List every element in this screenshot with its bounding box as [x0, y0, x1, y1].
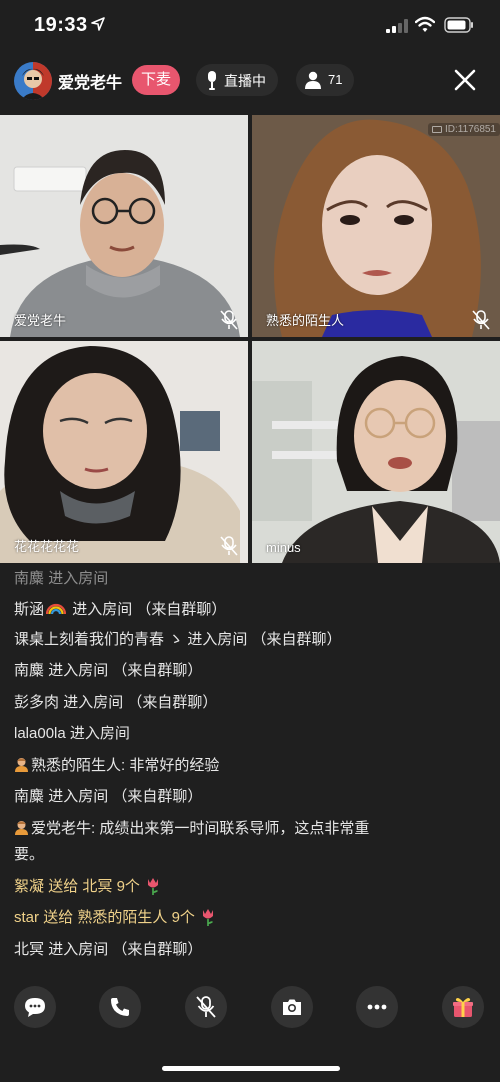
chat-message: 北冥 进入房间 （来自群聊）	[14, 941, 203, 958]
room-id-badge: ID:1176851	[428, 123, 500, 136]
signal-icon	[386, 19, 408, 33]
room-id-text: ID:1176851	[445, 124, 496, 135]
video-tile[interactable]: 爱党老牛	[0, 115, 248, 337]
chat-message: 南麋 进入房间 （来自群聊）	[14, 788, 203, 805]
tulip-gift-icon	[202, 909, 213, 926]
mic-muted-icon	[472, 310, 490, 330]
close-icon[interactable]	[451, 66, 479, 94]
participant-video	[0, 341, 248, 563]
leave-mic-button[interactable]: 下麦	[132, 65, 180, 95]
battery-icon	[444, 17, 473, 33]
video-tile[interactable]: ID:1176851 熟悉的陌生人	[252, 115, 500, 337]
participant-name: 爱党老牛	[14, 313, 67, 328]
video-tile[interactable]: minus	[252, 341, 500, 563]
chat-message: 彭多肉 进入房间 （来自群聊）	[14, 694, 218, 711]
participant-video	[252, 341, 500, 563]
chat-message: 斯涵 进入房间 （来自群聊）	[14, 601, 227, 618]
live-status-label: 直播中	[224, 73, 266, 89]
home-indicator[interactable]	[162, 1066, 340, 1071]
participant-video	[0, 115, 248, 337]
mic-muted-icon	[220, 536, 238, 556]
chat-message: 南麋 进入房间	[14, 570, 109, 587]
chat-feed[interactable]: 南麋 进入房间 斯涵 进入房间 （来自群聊） 课桌上刻着我们的青春 ゝ 进入房间…	[0, 566, 500, 970]
mic-mute-icon	[196, 996, 216, 1018]
call-button[interactable]	[99, 986, 141, 1028]
chat-message: 南麋 进入房间 （来自群聊）	[14, 662, 203, 679]
status-bar: 19:33	[0, 0, 500, 52]
viewer-count-pill[interactable]: 71	[296, 64, 354, 96]
participant-name: minus	[266, 540, 301, 555]
gift-message: star 送给 熟悉的陌生人 9个	[14, 907, 414, 929]
video-grid: 爱党老牛 ID:1176851 熟悉的陌生人 花花花花花 minus	[0, 115, 500, 563]
bottom-toolbar	[0, 984, 500, 1032]
participant-name: 熟悉的陌生人	[266, 313, 345, 328]
chat-icon	[25, 998, 45, 1017]
status-time: 19:33	[34, 14, 88, 36]
phone-icon	[111, 998, 129, 1016]
video-tile[interactable]: 花花花花花	[0, 341, 248, 563]
live-status-pill[interactable]: 直播中	[196, 64, 278, 96]
user-avatar-emoji-icon	[15, 821, 28, 835]
more-icon	[367, 1004, 387, 1010]
gift-icon	[453, 998, 473, 1017]
more-button[interactable]	[356, 986, 398, 1028]
mute-button[interactable]	[185, 986, 227, 1028]
participant-video	[252, 115, 500, 337]
gift-button[interactable]	[442, 986, 484, 1028]
chat-message: 熟悉的陌生人: 非常好的经验	[14, 755, 414, 777]
mic-muted-icon	[220, 310, 238, 330]
gift-message: 絮凝 送给 北冥 9个	[14, 876, 414, 898]
chat-button[interactable]	[14, 986, 56, 1028]
user-icon	[305, 71, 321, 89]
location-arrow-icon	[91, 17, 105, 31]
user-avatar-emoji-icon	[15, 758, 28, 772]
camera-button[interactable]	[271, 986, 313, 1028]
wifi-icon	[415, 16, 435, 32]
participant-name: 花花花花花	[14, 539, 80, 554]
host-name: 爱党老牛	[58, 75, 123, 92]
tulip-gift-icon	[147, 878, 158, 895]
microphone-icon	[208, 71, 216, 90]
host-avatar[interactable]	[14, 62, 52, 100]
viewer-count: 71	[328, 72, 343, 87]
room-header: 爱党老牛 下麦 直播中 71	[0, 52, 500, 112]
chat-message: 课桌上刻着我们的青春 ゝ 进入房间 （来自群聊）	[14, 631, 342, 648]
rainbow-emoji-icon	[46, 603, 67, 615]
chat-message: 爱党老牛: 成绩出来第一时间联系导师，这点非常重	[14, 818, 414, 840]
camera-icon	[432, 125, 443, 133]
chat-message: lala00la 进入房间	[14, 725, 130, 742]
camera-icon	[283, 999, 301, 1015]
chat-message-continued: 要。	[14, 846, 45, 863]
